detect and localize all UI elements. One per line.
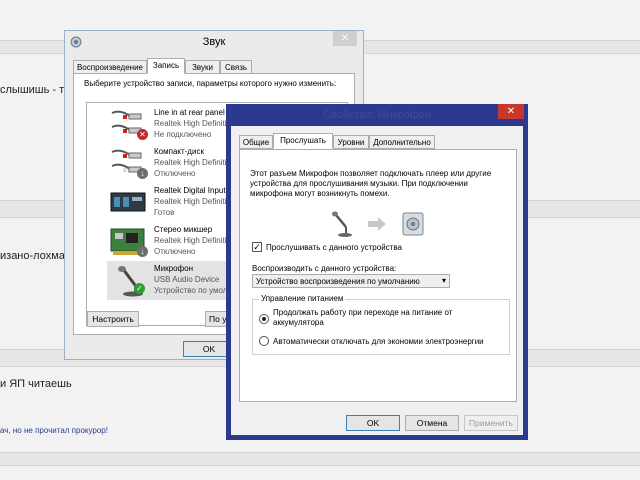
default-check-icon: ✓ bbox=[134, 283, 145, 294]
arrow-right-icon bbox=[368, 217, 386, 231]
listen-panel: Этот разъем Микрофон позволяет подключат… bbox=[239, 149, 517, 402]
configure-button[interactable]: Настроить bbox=[87, 311, 139, 327]
tab-playback[interactable]: Воспроизведение bbox=[73, 60, 147, 74]
bg-text-line: изано-лохма bbox=[0, 250, 65, 262]
device-status: Отключено bbox=[154, 247, 196, 256]
chevron-down-icon: ▾ bbox=[441, 276, 446, 285]
instruction-text: Выберите устройство записи, параметры ко… bbox=[84, 79, 337, 88]
listen-checkbox[interactable]: ✓ bbox=[252, 242, 262, 252]
tab-recording[interactable]: Запись bbox=[147, 58, 185, 74]
playback-device-select[interactable]: Устройство воспроизведения по умолчанию … bbox=[252, 274, 450, 288]
device-name: Realtek Digital Input bbox=[154, 186, 226, 195]
mic-properties-window: Свойства: Микрофон ✕ Общие Прослушать Ур… bbox=[226, 104, 528, 440]
bg-text-line: и ЯП читаешь bbox=[0, 378, 72, 390]
tab-general[interactable]: Общие bbox=[239, 135, 273, 149]
device-status: Не подключено bbox=[154, 130, 212, 139]
listen-checkbox-label[interactable]: Прослушивать с данного устройства bbox=[266, 243, 402, 252]
microphone-icon bbox=[332, 211, 352, 237]
device-status: Готов bbox=[154, 208, 175, 217]
power-management-group: Управление питанием Продолжать работу пр… bbox=[252, 294, 510, 355]
tab-listen[interactable]: Прослушать bbox=[273, 133, 333, 149]
disconnected-icon: ✕ bbox=[137, 129, 148, 140]
sound-titlebar: Звук ✕ bbox=[65, 31, 363, 55]
tab-sounds[interactable]: Звуки bbox=[185, 60, 220, 74]
mic-window-title: Свойства: Микрофон bbox=[322, 109, 431, 121]
speaker-icon bbox=[402, 212, 424, 236]
mic-to-speaker-graphic bbox=[332, 211, 424, 237]
bg-band bbox=[0, 452, 640, 466]
close-button[interactable]: ✕ bbox=[333, 31, 357, 46]
apply-button[interactable]: Применить bbox=[464, 415, 518, 431]
listen-description: Этот разъем Микрофон позволяет подключат… bbox=[250, 169, 492, 198]
power-option-continue-radio[interactable] bbox=[259, 314, 269, 324]
device-name: Стерео микшер bbox=[154, 225, 213, 234]
mic-client-area: Общие Прослушать Уровни Дополнительно Эт… bbox=[231, 126, 523, 435]
playback-device-value: Устройство воспроизведения по умолчанию bbox=[256, 277, 420, 286]
tab-levels[interactable]: Уровни bbox=[333, 135, 369, 149]
power-option-continue-label[interactable]: Продолжать работу при переходе на питани… bbox=[273, 308, 503, 328]
playback-device-label: Воспроизводить с данного устройства: bbox=[252, 264, 397, 273]
power-option-auto-off-radio[interactable] bbox=[259, 336, 269, 346]
tab-advanced[interactable]: Дополнительно bbox=[369, 135, 435, 149]
device-name: Микрофон bbox=[154, 264, 193, 273]
mic-titlebar: Свойства: Микрофон ✕ bbox=[226, 104, 528, 126]
device-status: Устройство по умолча bbox=[154, 286, 236, 295]
tab-communications[interactable]: Связь bbox=[220, 60, 252, 74]
power-group-label: Управление питанием bbox=[259, 294, 346, 303]
disabled-icon: ↓ bbox=[137, 168, 148, 179]
ok-button[interactable]: OK bbox=[346, 415, 400, 431]
cancel-button[interactable]: Отмена bbox=[405, 415, 459, 431]
device-status: Отключено bbox=[154, 169, 196, 178]
device-name: Компакт-диск bbox=[154, 147, 204, 156]
sound-window-title: Звук bbox=[202, 36, 226, 48]
disabled-icon: ↓ bbox=[137, 246, 148, 257]
bg-text-line: слышишь - та bbox=[0, 84, 71, 96]
close-button[interactable]: ✕ bbox=[498, 104, 524, 119]
device-driver: USB Audio Device bbox=[154, 275, 220, 284]
power-option-auto-off-label[interactable]: Автоматически отключать для экономии эле… bbox=[273, 337, 484, 346]
bg-link[interactable]: ач, но не прочитал прокурор! bbox=[0, 426, 108, 435]
digital-input-icon bbox=[110, 192, 146, 212]
